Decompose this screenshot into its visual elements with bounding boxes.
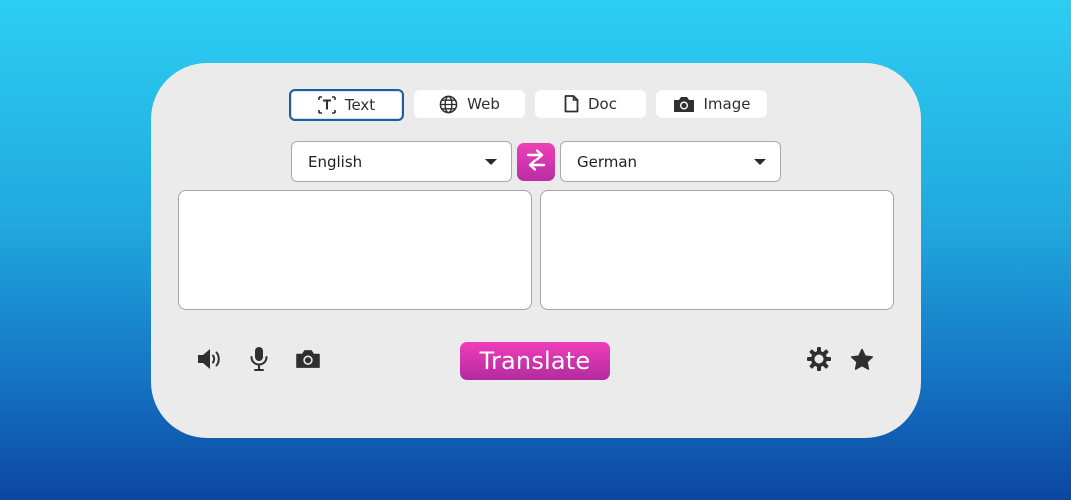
- camera-button[interactable]: [295, 348, 321, 374]
- gear-icon: [806, 346, 832, 376]
- speaker-button[interactable]: [197, 348, 223, 374]
- tab-image[interactable]: Image: [656, 90, 767, 118]
- camera-icon: [295, 349, 321, 373]
- tab-web[interactable]: Web: [414, 90, 525, 118]
- microphone-icon: [249, 346, 269, 376]
- source-language-select[interactable]: English: [291, 141, 512, 182]
- text-areas: [178, 190, 894, 310]
- tab-doc-label: Doc: [588, 95, 617, 113]
- chevron-down-icon: [754, 158, 766, 165]
- tab-text-label: Text: [344, 96, 376, 114]
- chevron-down-icon: [485, 158, 497, 165]
- favorite-button[interactable]: [849, 348, 875, 374]
- swap-languages-button[interactable]: [517, 142, 555, 181]
- target-language-select[interactable]: German: [560, 141, 781, 182]
- tab-image-label: Image: [703, 95, 751, 113]
- swap-icon: [525, 148, 547, 176]
- tab-text[interactable]: Text: [289, 89, 404, 121]
- speaker-icon: [196, 347, 224, 375]
- source-language-value: English: [308, 152, 363, 171]
- camera-icon: [673, 96, 695, 113]
- input-tools: [197, 346, 321, 376]
- document-icon: [564, 95, 579, 113]
- settings-tools: [806, 346, 875, 376]
- star-icon: [850, 348, 874, 375]
- language-row: English German: [291, 141, 781, 182]
- tab-web-label: Web: [467, 95, 500, 113]
- source-text-input[interactable]: [178, 190, 532, 310]
- microphone-button[interactable]: [246, 346, 272, 376]
- translator-card: Text Web Doc Image English German Transl…: [151, 63, 921, 438]
- settings-button[interactable]: [806, 346, 832, 376]
- translate-button[interactable]: Translate: [460, 342, 610, 380]
- target-language-value: German: [577, 152, 638, 171]
- target-text-output[interactable]: [540, 190, 894, 310]
- mode-tabs: Text Web Doc Image: [289, 89, 767, 121]
- text-icon: [318, 96, 336, 114]
- globe-icon: [439, 95, 458, 114]
- tab-doc[interactable]: Doc: [535, 90, 646, 118]
